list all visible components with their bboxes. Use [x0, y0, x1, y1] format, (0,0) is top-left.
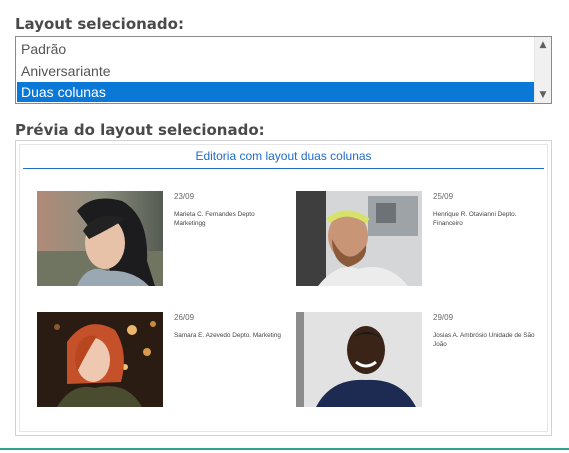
preview-label: Prévia do layout selecionado: [15, 121, 265, 139]
bottom-divider [0, 448, 569, 450]
person-photo [296, 312, 422, 407]
birthday-card: 25/09 Henrique R. Otavianni Depto. Finan… [296, 191, 546, 291]
birthday-card: 26/09 Samara E. Azevedo Depto. Marketing [37, 312, 287, 412]
person-photo [296, 191, 422, 286]
title-divider [23, 168, 544, 169]
person-photo [37, 191, 163, 286]
layout-label: Layout selecionado: [15, 15, 184, 33]
birthday-card: 29/09 Josias A. Ambrósio Unidade de São … [296, 312, 546, 412]
preview-panel: Editoria com layout duas colunas 23/09 M… [19, 144, 548, 432]
card-date: 26/09 [174, 313, 195, 322]
layout-option-padrao[interactable]: Padrão [17, 39, 535, 59]
listbox-scrollbar[interactable]: ▲ ▼ [534, 37, 551, 103]
card-name: Samara E. Azevedo Depto. Marketing [174, 332, 281, 339]
card-name: Josias A. Ambrósio Unidade de São João [433, 332, 535, 348]
card-date: 23/09 [174, 192, 195, 201]
layout-option-duas-colunas[interactable]: Duas colunas [17, 82, 535, 102]
card-name: Henrique R. Otavianni Depto. Financeiro [433, 211, 517, 227]
layout-preview: Editoria com layout duas colunas 23/09 M… [15, 140, 552, 436]
birthday-card: 23/09 Marieta C. Fernandes Depto Marketi… [37, 191, 287, 291]
layout-listbox[interactable]: Padrão Aniversariante Duas colunas ▲ ▼ [15, 36, 552, 104]
card-name: Marieta C. Fernandes Depto Marketingg [174, 211, 255, 227]
person-photo [37, 312, 163, 407]
preview-title: Editoria com layout duas colunas [195, 149, 372, 163]
layout-option-aniversariante[interactable]: Aniversariante [17, 61, 535, 81]
scroll-down-arrow-icon[interactable]: ▼ [538, 90, 548, 100]
card-date: 25/09 [433, 192, 454, 201]
scroll-up-arrow-icon[interactable]: ▲ [538, 40, 548, 50]
card-date: 29/09 [433, 313, 454, 322]
